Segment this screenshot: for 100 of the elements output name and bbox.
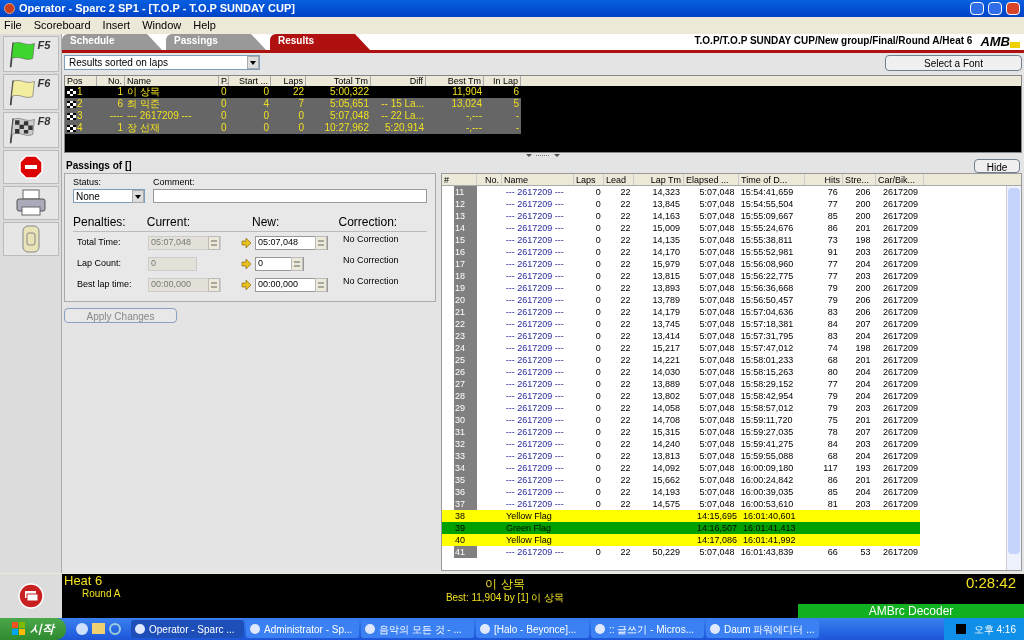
correction-text: No Correction	[343, 254, 399, 268]
start-button[interactable]: 시작	[0, 618, 66, 640]
table-cell-text: 207	[854, 425, 872, 438]
passing-row[interactable]: 23 --- 2617209 --- 0 22 13,414 5:07,048 15:57:31,795 83 204 2617209	[442, 329, 920, 342]
table-cell-text: 200	[854, 197, 872, 210]
passing-row[interactable]: 11 --- 2617209 --- 0 22 14,323 5:07,048 15:54:41,659 76 206 2617209	[442, 185, 920, 198]
passing-row[interactable]: 35 --- 2617209 --- 0 22 15,662 5:07,048 16:00:24,842 86 201 2617209	[442, 473, 920, 486]
passing-row[interactable]: 30 --- 2617209 --- 0 22 14,708 5:07,048 15:59:11,720 75 201 2617209	[442, 413, 920, 426]
column-header[interactable]: Laps	[574, 173, 604, 185]
passing-row[interactable]: 18 --- 2617209 --- 0 22 13,815 5:07,048 15:56:22,775 77 203 2617209	[442, 269, 920, 282]
passing-row[interactable]: 16 --- 2617209 --- 0 22 14,170 5:07,048 15:55:52,981 91 203 2617209	[442, 245, 920, 258]
minimize-button[interactable]	[970, 1, 984, 15]
passing-row[interactable]: 20 --- 2617209 --- 0 22 13,789 5:07,048 15:56:50,457 79 206 2617209	[442, 293, 920, 306]
menu-item[interactable]: Help	[193, 16, 216, 34]
menu-item[interactable]: File	[4, 16, 22, 34]
passing-row[interactable]: 24 --- 2617209 --- 0 22 15,217 5:07,048 15:57:47,012 74 198 2617209	[442, 341, 920, 354]
splitter-handle-icon[interactable]	[526, 153, 560, 159]
column-header[interactable]: Laps	[271, 75, 306, 86]
passing-row[interactable]: 37 --- 2617209 --- 0 22 14,575 5:07,048 16:00:53,610 81 203 2617209	[442, 497, 920, 510]
sort-dropdown[interactable]: Results sorted on laps	[64, 55, 260, 71]
passing-row[interactable]: 33 --- 2617209 --- 0 22 13,813 5:07,048 15:59:55,088 68 204 2617209	[442, 449, 920, 462]
desktop-icon[interactable]	[76, 623, 88, 635]
passing-row[interactable]: 31 --- 2617209 --- 0 22 15,315 5:07,048 15:59:27,035 78 207 2617209	[442, 425, 920, 438]
window-icon[interactable]	[18, 583, 44, 610]
select-font-button[interactable]: Select a Font	[885, 54, 1022, 71]
table-cell-text: 22	[619, 221, 632, 234]
status-dropdown[interactable]: None	[73, 189, 145, 204]
column-header[interactable]: Stre...	[843, 173, 876, 185]
column-header[interactable]: Car/Bik...	[876, 173, 924, 185]
table-cell-text: 5:07,048	[698, 437, 736, 450]
column-header[interactable]: No.	[477, 173, 502, 185]
menu-item[interactable]: Insert	[102, 16, 131, 34]
tab[interactable]: Results	[270, 33, 370, 50]
passing-row[interactable]: 21 --- 2617209 --- 0 22 14,179 5:07,048 15:57:04,636 83 206 2617209	[442, 305, 920, 318]
passing-row[interactable]: 22 --- 2617209 --- 0 22 13,745 5:07,048 15:57:18,381 84 207 2617209	[442, 317, 920, 330]
passing-row[interactable]: 12 --- 2617209 --- 0 22 13,845 5:07,048 15:54:55,504 77 200 2617209	[442, 197, 920, 210]
passing-row[interactable]: 17 --- 2617209 --- 0 22 15,979 5:07,048 15:56:08,960 77 204 2617209	[442, 257, 920, 270]
column-header[interactable]: Pos	[65, 75, 97, 86]
new-value-field[interactable]: 05:07,048	[255, 235, 328, 250]
close-button[interactable]	[1006, 1, 1020, 15]
toolbar-button[interactable]: F6	[2, 73, 59, 110]
taskbar-button[interactable]: Administrator - Sp...	[246, 620, 359, 638]
table-cell-text: 22	[619, 329, 632, 342]
column-header[interactable]: Diff	[371, 75, 426, 86]
app-icon	[135, 624, 145, 634]
comment-field[interactable]	[153, 189, 427, 204]
menu-item[interactable]: Scoreboard	[33, 16, 91, 34]
column-header[interactable]: Start ...	[229, 75, 271, 86]
column-header[interactable]: Time of D...	[739, 173, 805, 185]
passing-row[interactable]: 36 --- 2617209 --- 0 22 14,193 5:07,048 16:00:39,035 85 204 2617209	[442, 485, 920, 498]
toolbar-button[interactable]: F5	[2, 35, 59, 72]
column-header[interactable]: #	[442, 173, 477, 185]
column-header[interactable]: Elapsed ...	[684, 173, 739, 185]
toolbar-button[interactable]	[2, 185, 59, 220]
column-header[interactable]: Name	[125, 75, 219, 86]
passing-row[interactable]: 27 --- 2617209 --- 0 22 13,889 5:07,048 15:58:29,152 77 204 2617209	[442, 377, 920, 390]
column-heading: Penalties:	[73, 214, 127, 232]
taskbar-button[interactable]: Daum 파워에디터 ...	[706, 620, 819, 638]
column-header[interactable]: In Lap	[484, 75, 521, 86]
race-clock: 0:28:42	[965, 574, 1017, 593]
taskbar-button[interactable]: 음악의 모든 것 - ...	[361, 620, 474, 638]
taskbar-button[interactable]: :: 글쓰기 - Micros...	[591, 620, 704, 638]
taskbar-button[interactable]: Operator - Sparc ...	[131, 620, 244, 638]
passing-row[interactable]: 34 --- 2617209 --- 0 22 14,092 5:07,048 16:00:09,180 117 193 2617209	[442, 461, 920, 474]
column-header[interactable]: Name	[502, 173, 574, 185]
column-header[interactable]: Total Tm	[306, 75, 371, 86]
column-header[interactable]: Lead	[604, 173, 634, 185]
scrollbar[interactable]	[1006, 185, 1021, 571]
checkered-flag-icon	[67, 100, 76, 108]
table-cell-text: 204	[854, 365, 872, 378]
table-cell-text: 77	[826, 257, 839, 270]
taskbar-button[interactable]: [Halo - Beyonce]...	[476, 620, 589, 638]
column-header[interactable]: Hits	[805, 173, 843, 185]
browser-icon[interactable]	[109, 623, 121, 635]
passing-row[interactable]: 26 --- 2617209 --- 0 22 14,030 5:07,048 15:58:15,263 80 204 2617209	[442, 365, 920, 378]
passing-row[interactable]: 25 --- 2617209 --- 0 22 14,221 5:07,048 15:58:01,233 68 201 2617209	[442, 353, 920, 366]
menu-item[interactable]: Window	[142, 16, 182, 34]
column-header[interactable]: Lap Tm	[634, 173, 684, 185]
passing-row[interactable]: 19 --- 2617209 --- 0 22 13,893 5:07,048 15:56:36,668 79 200 2617209	[442, 281, 920, 294]
passing-row[interactable]: 32 --- 2617209 --- 0 22 14,240 5:07,048 15:59:41,275 84 203 2617209	[442, 437, 920, 450]
table-cell-text: 22	[619, 377, 632, 390]
passing-row[interactable]: 15 --- 2617209 --- 0 22 14,135 5:07,048 15:55:38,811 73 198 2617209	[442, 233, 920, 246]
passing-row[interactable]: 14 --- 2617209 --- 0 22 15,009 5:07,048 15:55:24,676 86 201 2617209	[442, 221, 920, 234]
passing-row[interactable]: 13 --- 2617209 --- 0 22 14,163 5:07,048 15:55:09,667 85 200 2617209	[442, 209, 920, 222]
passing-row[interactable]: 41 --- 2617209 --- 0 22 50,229 5:07,048 16:01:43,839 66 53 2617209	[442, 545, 920, 558]
new-value-field[interactable]: 0	[255, 256, 304, 271]
column-header[interactable]: Best Tm	[426, 75, 484, 86]
passing-row[interactable]: 29 --- 2617209 --- 0 22 14,058 5:07,048 15:58:57,012 79 203 2617209	[442, 401, 920, 414]
hide-button[interactable]: Hide	[974, 158, 1020, 173]
toolbar-button[interactable]: F8	[2, 111, 59, 148]
flag-row[interactable]: 38 Yellow Flag 14:15,695 16:01:40,601	[442, 509, 920, 522]
column-header[interactable]: P.	[219, 75, 229, 86]
table-cell-text: 16:01:41,413	[742, 521, 797, 534]
toolbar-button[interactable]	[2, 149, 59, 184]
column-header[interactable]: No.	[97, 75, 125, 86]
passing-row[interactable]: 28 --- 2617209 --- 0 22 13,802 5:07,048 15:58:42,954 79 204 2617209	[442, 389, 920, 402]
restore-button[interactable]	[988, 1, 1002, 15]
network-icon[interactable]	[955, 624, 966, 634]
new-value-field[interactable]: 00:00,000	[255, 277, 328, 292]
checkered-flag-icon	[67, 124, 76, 132]
